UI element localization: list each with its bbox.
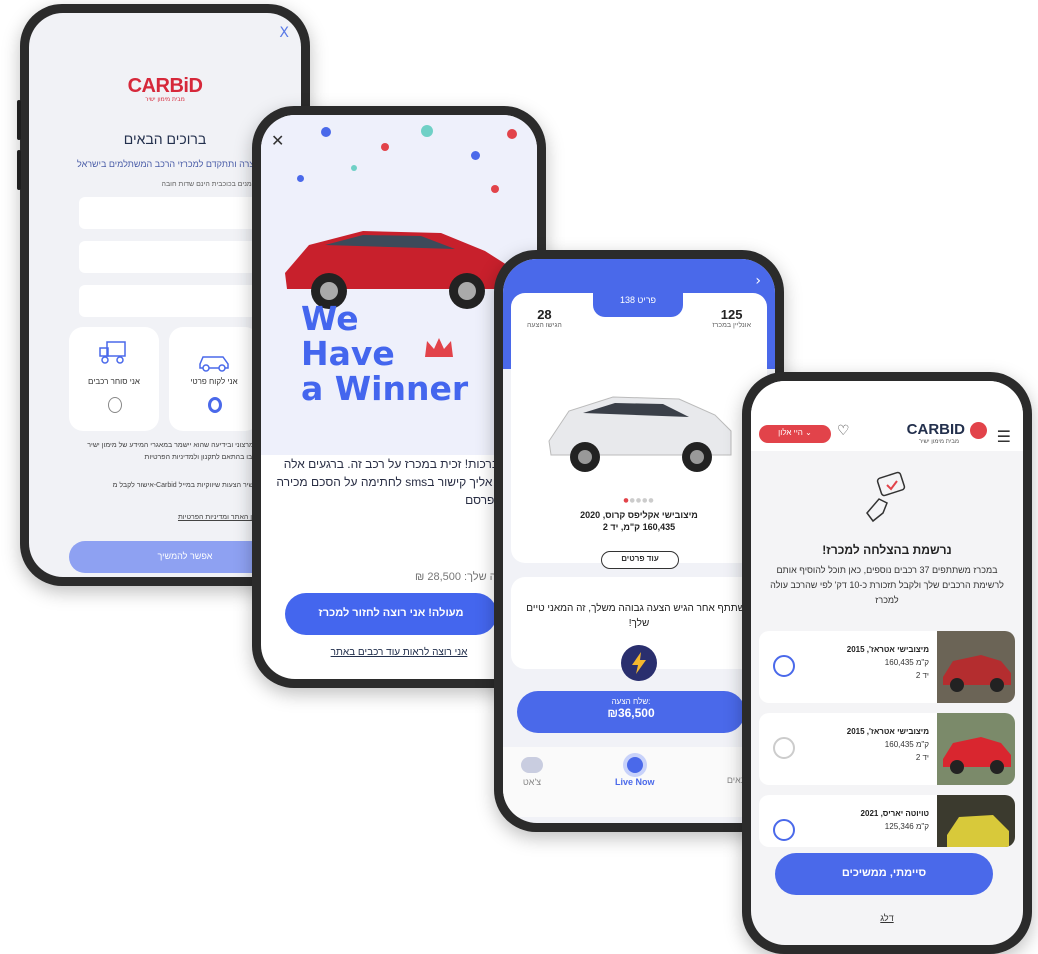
send-bid-button[interactable]: שלח הצעה: ₪36,500 xyxy=(517,691,745,733)
dealer-card[interactable]: אני סוחר רכבים xyxy=(69,327,159,431)
nav-label: צ'אט xyxy=(522,777,542,787)
car-photo xyxy=(937,795,1015,847)
logo-subtitle: מבית מימון ישיר xyxy=(918,439,959,445)
private-radio[interactable] xyxy=(208,397,222,413)
list-item[interactable]: מיצובישי אטראז', 2015 160,435 ק"מ יד 2 xyxy=(759,631,1015,703)
lightning-icon xyxy=(621,645,657,681)
list-item[interactable]: טויוטה יאריס, 2021 125,346 ק"מ xyxy=(759,795,1015,847)
logo-text: CARBiD xyxy=(127,75,203,97)
confetti xyxy=(491,185,499,193)
confetti xyxy=(321,127,331,137)
nav-chat[interactable]: צ'אט xyxy=(521,757,543,787)
item-number: פריט 138 xyxy=(593,289,683,317)
car-title: מיצובישי אטראז', 2015 xyxy=(846,727,929,736)
skip-link[interactable]: דלג xyxy=(751,913,1023,923)
car-info: טויוטה יאריס, 2021 125,346 ק"מ xyxy=(861,807,929,833)
car-title: מיצובישי אקליפס קרוס, 2020 xyxy=(580,510,698,520)
car-info: מיצובישי אטראז', 2015 160,435 ק"מ יד 2 xyxy=(847,643,929,682)
stat-value: 28 xyxy=(537,307,552,322)
close-icon[interactable]: ✕ xyxy=(271,131,284,150)
stat-label: אונליין במכרז xyxy=(712,322,751,329)
bell-icon[interactable] xyxy=(773,737,795,759)
car-km: 160,435 ק"מ xyxy=(884,740,929,749)
truck-icon xyxy=(99,341,126,364)
carbid-logo: CARBiD מבית מימון ישיר xyxy=(29,75,301,103)
stat-label: הגישו הצעה xyxy=(527,322,562,329)
car-title: טויוטה יאריס, 2021 xyxy=(860,809,929,818)
confetti xyxy=(471,151,480,160)
carousel-dots[interactable]: ●●●●● xyxy=(503,497,775,504)
outbid-message: משתתף אחר הגיש הצעה גבוהה משלך, זה המאני… xyxy=(526,603,752,629)
user-menu[interactable]: היי אלון ⌄ xyxy=(759,425,831,443)
side-button xyxy=(17,100,21,140)
car-km: 125,346 ק"מ xyxy=(884,822,929,831)
car-details: 160,435 ק"מ, יד 2 xyxy=(602,522,676,532)
bid-value: ₪36,500 xyxy=(607,706,655,720)
confetti xyxy=(351,165,357,171)
nav-live-now[interactable]: Live Now xyxy=(615,757,655,787)
list-item[interactable]: מיצובישי אטראז', 2015 160,435 ק"מ יד 2 xyxy=(759,713,1015,785)
success-title: נרשמת בהצלחה למכרז! xyxy=(822,543,952,557)
online-stat: 125 אונליין במכרז xyxy=(712,307,751,329)
private-card[interactable]: אני לקוח פרטי xyxy=(169,327,259,431)
carbid-seal-icon xyxy=(970,422,987,439)
phone-live-auction: › פריט 138 28 הגישו הצעה 125 אונליין במכ… xyxy=(494,250,784,832)
side-button xyxy=(17,150,21,190)
bell-icon[interactable] xyxy=(773,819,795,841)
white-suv-image xyxy=(548,396,732,472)
bidders-stat: 28 הגישו הצעה xyxy=(527,307,562,329)
car-km: 160,435 ק"מ xyxy=(884,658,929,667)
confetti xyxy=(507,129,517,139)
user-greeting: היי אלון xyxy=(778,428,803,437)
private-label: אני לקוח פרטי xyxy=(190,377,238,386)
winner-message: רוני, ברכות! זכית במכרז על רכב זה. ברגעי… xyxy=(276,457,523,507)
car-title: מיצובישי אטראז', 2015 xyxy=(846,645,929,654)
auction-screen: › פריט 138 28 הגישו הצעה 125 אונליין במכ… xyxy=(503,259,775,823)
hamburger-icon[interactable]: ☰ xyxy=(997,427,1011,446)
confetti xyxy=(421,125,433,137)
done-continue-button[interactable]: סיימתי, ממשיכים xyxy=(775,853,993,895)
car-info: מיצובישי אקליפס קרוס, 2020 160,435 ק"מ, … xyxy=(513,509,765,533)
phone-registered: ☰ CARBID מבית מימון ישיר ♡ היי אלון ⌄ נר… xyxy=(742,372,1032,954)
logo-subtitle: מבית מימון ישיר xyxy=(145,96,185,103)
carbid-logo: CARBID xyxy=(906,421,965,438)
more-details-button[interactable]: עוד פרטים xyxy=(601,551,679,569)
car-icon xyxy=(199,356,229,372)
chat-icon xyxy=(521,757,543,773)
confetti xyxy=(297,175,304,182)
registered-screen: ☰ CARBID מבית מימון ישיר ♡ היי אלון ⌄ נר… xyxy=(751,381,1023,945)
chevron-right-icon[interactable]: › xyxy=(755,273,761,289)
nav-label: Live Now xyxy=(615,777,655,787)
hand-ticket-icon xyxy=(866,471,906,523)
bid-label: שלח הצעה: xyxy=(611,697,651,706)
car-photo xyxy=(937,713,1015,785)
close-icon[interactable]: X xyxy=(279,25,289,41)
bell-icon[interactable] xyxy=(773,655,795,677)
stat-value: 125 xyxy=(720,307,743,322)
confetti xyxy=(381,143,389,151)
dealer-radio[interactable] xyxy=(108,397,122,413)
back-to-auction-button[interactable]: מעולה! אני רוצה לחזור למכרז xyxy=(285,593,497,635)
crown-icon xyxy=(425,338,453,357)
heart-icon[interactable]: ♡ xyxy=(837,423,850,439)
car-hand: יד 2 xyxy=(915,753,929,762)
live-icon xyxy=(626,757,643,773)
car-info: מיצובישי אטראז', 2015 160,435 ק"מ יד 2 xyxy=(847,725,929,764)
dealer-label: אני סוחר רכבים xyxy=(88,377,140,386)
headline-line: We xyxy=(301,299,359,338)
chevron-down-icon: ⌄ xyxy=(805,428,812,437)
car-photo xyxy=(937,631,1015,703)
headline-line: a Winner xyxy=(301,369,469,408)
success-description: במכרז משתתפים 37 רכבים נוספים, כאן תוכל … xyxy=(770,565,1004,605)
car-hand: יד 2 xyxy=(915,671,929,680)
